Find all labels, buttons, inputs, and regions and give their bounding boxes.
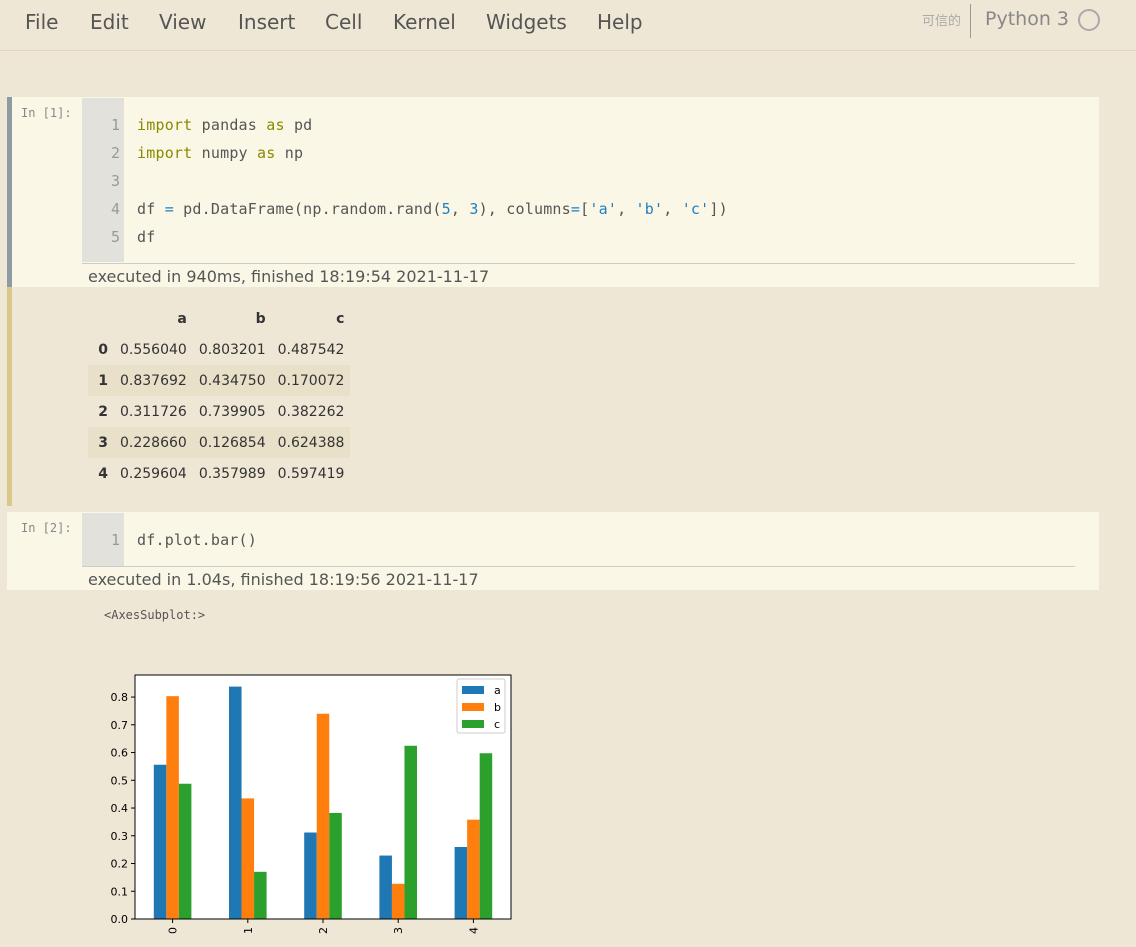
exec-separator (82, 263, 1075, 264)
bar (454, 846, 468, 919)
x-tick-label: 2 (317, 927, 330, 934)
bar (379, 855, 392, 919)
table-row: 0 0.556040 0.803201 0.487542 (88, 334, 350, 365)
bar (229, 686, 242, 919)
row-index: 0 (98, 341, 108, 358)
bar (178, 783, 192, 919)
y-tick-label: 0.3 (111, 830, 129, 843)
y-tick-label: 0.5 (111, 774, 129, 787)
row-index: 2 (98, 403, 108, 420)
legend-label: c (494, 718, 500, 731)
dataframe-table: a b c 0 0.556040 0.803201 0.487542 1 0.8… (88, 303, 351, 489)
table-row: 2 0.311726 0.739905 0.382262 (88, 396, 350, 427)
cell-1-exec-info: executed in 940ms, finished 18:19:54 202… (88, 267, 490, 286)
cell-2-prompt: In [2]: (21, 521, 72, 535)
table-cell: 0.837692 (120, 372, 187, 389)
bar (404, 745, 417, 919)
kernel-idle-icon (1078, 9, 1100, 31)
y-tick-label: 0.2 (111, 858, 129, 871)
y-tick-label: 0.7 (111, 719, 129, 732)
y-tick-label: 0.4 (111, 802, 129, 815)
code-line-4[interactable]: df = pd.DataFrame(np.random.rand(5, 3), … (137, 200, 728, 218)
kernel-separator (970, 4, 971, 38)
bar (391, 883, 405, 919)
legend-swatch (462, 686, 484, 694)
line-number: 2 (110, 144, 120, 162)
kernel-name: Python 3 (985, 8, 1069, 30)
bar (153, 764, 167, 919)
bar-chart: 0 1 2 3 4 0.0 0.1 0.2 0.3 0.4 0.5 0.6 0.7 0.8 abc (111, 674, 512, 934)
row-index: 1 (98, 372, 108, 389)
menu-help[interactable]: Help (597, 10, 643, 34)
table-cell: 0.739905 (198, 403, 266, 420)
line-number: 5 (110, 228, 120, 246)
bar (254, 871, 267, 919)
bar (316, 713, 330, 919)
y-tick-label: 0.6 (111, 747, 129, 760)
menu-kernel[interactable]: Kernel (393, 10, 456, 34)
line-number: 4 (110, 200, 120, 218)
line-number: 3 (110, 172, 120, 190)
code-line-5[interactable]: df (137, 228, 155, 246)
legend-label: b (494, 701, 501, 714)
table-cell: 0.434750 (198, 372, 266, 389)
legend-swatch (462, 703, 484, 711)
menu-file[interactable]: File (25, 10, 58, 34)
selected-cell-marker (7, 97, 12, 287)
table-cell: 0.556040 (120, 341, 187, 358)
table-header-row: a b c (88, 303, 350, 334)
bar (241, 798, 255, 919)
table-row: 1 0.837692 0.434750 0.170072 (88, 365, 351, 396)
x-tick-label: 1 (242, 927, 255, 934)
menu-cell[interactable]: Cell (325, 10, 362, 34)
menu-edit[interactable]: Edit (90, 10, 129, 34)
output-marker (7, 287, 12, 506)
table-cell: 0.487542 (277, 341, 345, 358)
x-tick-label: 0 (167, 927, 180, 934)
bar (166, 696, 179, 919)
menu-widgets[interactable]: Widgets (486, 10, 567, 34)
table-cell: 0.624388 (277, 434, 345, 451)
column-header: c (336, 310, 345, 327)
line-number: 1 (110, 116, 120, 134)
legend-swatch (462, 720, 484, 728)
cell-1-prompt: In [1]: (21, 106, 72, 120)
menu-insert[interactable]: Insert (238, 10, 295, 34)
bar (329, 812, 342, 919)
table-cell: 0.357989 (198, 465, 266, 482)
table-cell: 0.382262 (277, 403, 345, 420)
table-row: 4 0.259604 0.357989 0.597419 (88, 458, 350, 489)
trusted-indicator[interactable]: 可信的 (922, 10, 961, 29)
table-cell: 0.170072 (277, 372, 345, 389)
output-repr-text: <AxesSubplot:> (104, 608, 206, 622)
table-cell: 0.311726 (120, 403, 187, 420)
row-index: 3 (98, 434, 108, 451)
table-cell: 0.259604 (120, 465, 187, 482)
line-number: 1 (110, 531, 120, 549)
bar (479, 753, 493, 919)
row-index: 4 (98, 465, 108, 482)
table-cell: 0.803201 (198, 341, 266, 358)
column-header: a (177, 310, 187, 327)
menu-view[interactable]: View (159, 10, 206, 34)
menubar: File Edit View Insert Cell Kernel Widget… (0, 0, 1136, 51)
bar (467, 819, 480, 919)
table-cell: 0.597419 (277, 465, 345, 482)
code-line-1[interactable]: import pandas as pd (137, 116, 312, 134)
y-tick-label: 0.0 (111, 913, 129, 926)
y-tick-label: 0.8 (111, 691, 129, 704)
exec-separator (82, 566, 1075, 567)
code-line-1[interactable]: df.plot.bar() (137, 531, 257, 549)
cell-2-exec-info: executed in 1.04s, finished 18:19:56 202… (88, 570, 479, 589)
x-tick-label: 3 (392, 927, 405, 934)
bar (304, 832, 317, 919)
code-line-2[interactable]: import numpy as np (137, 144, 303, 162)
table-cell: 0.126854 (198, 434, 266, 451)
y-tick-label: 0.1 (111, 885, 129, 898)
column-header: b (255, 310, 266, 327)
x-tick-label: 4 (467, 927, 480, 934)
table-cell: 0.228660 (120, 434, 187, 451)
table-row: 3 0.228660 0.126854 0.624388 (88, 427, 351, 458)
legend-label: a (494, 684, 501, 697)
